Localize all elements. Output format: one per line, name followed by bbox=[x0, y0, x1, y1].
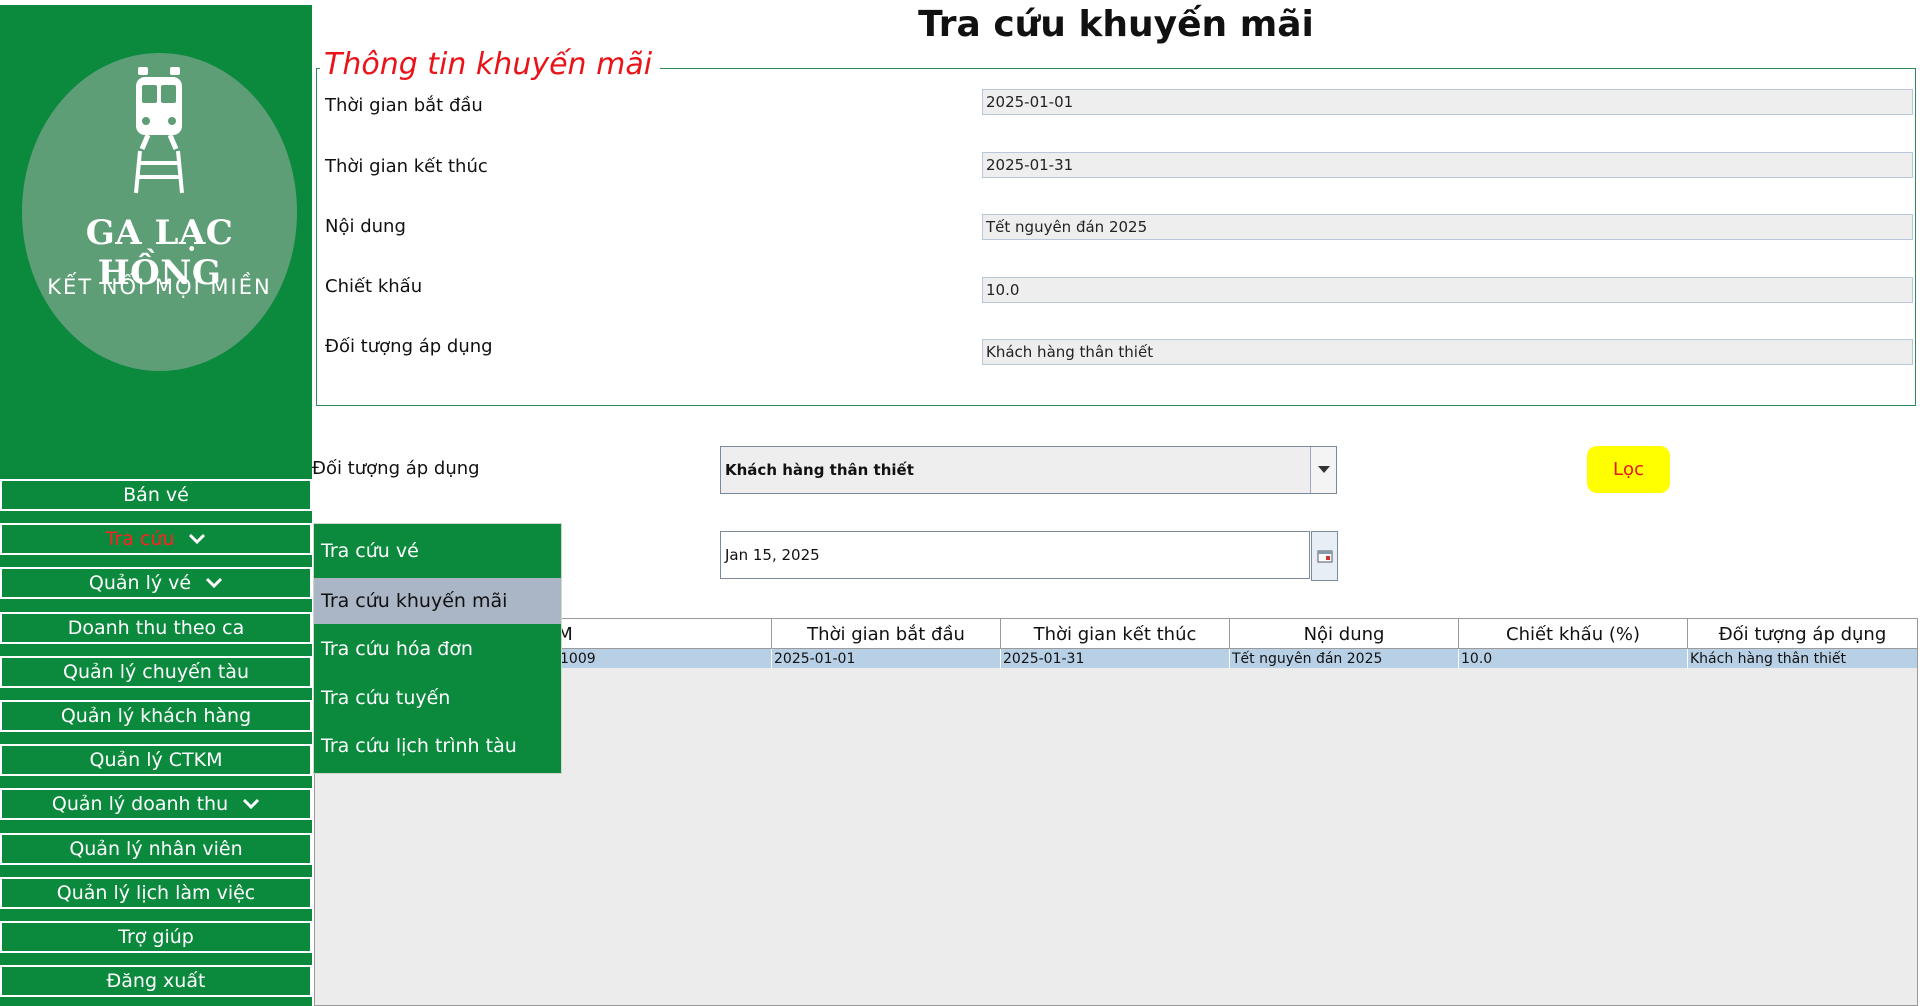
page-title: Tra cứu khuyến mãi bbox=[918, 4, 1314, 45]
sidebar-item-label: Trợ giúp bbox=[118, 926, 194, 948]
target-select-value: Khách hàng thân thiết bbox=[725, 461, 914, 479]
table-cell: 10.0 bbox=[1459, 649, 1688, 668]
chevron-down-icon bbox=[206, 577, 223, 589]
start-date-label: Thời gian bắt đầu bbox=[325, 95, 483, 116]
sidebar-item-label: Tra cứu bbox=[105, 528, 175, 550]
sidebar-item-tro-giup[interactable]: Trợ giúp bbox=[0, 921, 312, 953]
sidebar-item-label: Quản lý chuyến tàu bbox=[63, 661, 249, 683]
table-cell: Khách hàng thân thiết bbox=[1690, 650, 1846, 667]
sidebar-item-label: Quản lý nhân viên bbox=[69, 838, 243, 860]
target-label: Đối tượng áp dụng bbox=[325, 336, 493, 357]
target-select[interactable]: Khách hàng thân thiết bbox=[720, 446, 1337, 494]
sidebar-item-quan-ly-khach-hang[interactable]: Quản lý khách hàng bbox=[0, 700, 312, 732]
sidebar-item-label: Đăng xuất bbox=[106, 970, 206, 992]
tra-cuu-submenu: Tra cứu vé Tra cứu khuyến mãi Tra cứu hó… bbox=[313, 523, 562, 774]
submenu-item-tra-cuu-tuyen[interactable]: Tra cứu tuyến bbox=[314, 675, 561, 721]
sidebar-item-label: Quản lý CTKM bbox=[89, 749, 223, 771]
sidebar-item-label: Quản lý doanh thu bbox=[51, 793, 229, 815]
content-field[interactable]: Tết nguyên đán 2025 bbox=[982, 214, 1913, 240]
column-header-discount[interactable]: Chiết khấu (%) bbox=[1459, 619, 1688, 649]
sidebar-item-label: Bán vé bbox=[123, 484, 189, 506]
table-cell: 2025-01-31 bbox=[1001, 649, 1230, 668]
app-window: GA LẠC HỒNG KẾT NỐI MỌI MIỀN Bán vé Tra … bbox=[0, 0, 1920, 1006]
sidebar-item-label: Quản lý lịch làm việc bbox=[56, 882, 256, 904]
filter-label: Đối tượng áp dụng bbox=[312, 458, 480, 479]
sidebar-item-quan-ly-nhan-vien[interactable]: Quản lý nhân viên bbox=[0, 833, 312, 865]
submenu-item-tra-cuu-ve[interactable]: Tra cứu vé bbox=[314, 528, 561, 574]
filter-button[interactable]: Lọc bbox=[1587, 446, 1670, 493]
sidebar-item-quan-ly-chuyen-tau[interactable]: Quản lý chuyến tàu bbox=[0, 656, 312, 688]
calendar-button[interactable] bbox=[1311, 531, 1338, 581]
sidebar-item-quan-ly-ve[interactable]: Quản lý vé bbox=[0, 567, 312, 599]
chevron-down-icon bbox=[243, 798, 260, 810]
submenu-item-tra-cuu-khuyen-mai[interactable]: Tra cứu khuyến mãi bbox=[314, 578, 561, 624]
content-label: Nội dung bbox=[325, 216, 406, 237]
sidebar-item-label: Quản lý khách hàng bbox=[60, 705, 252, 727]
submenu-item-tra-cuu-hoa-don[interactable]: Tra cứu hóa đơn bbox=[314, 626, 561, 672]
sidebar-item-tra-cuu[interactable]: Tra cứu bbox=[0, 523, 312, 555]
end-date-label: Thời gian kết thúc bbox=[325, 156, 488, 177]
discount-field[interactable]: 10.0 bbox=[982, 277, 1913, 303]
logo: GA LẠC HỒNG KẾT NỐI MỌI MIỀN bbox=[22, 53, 297, 371]
table-cell: Tết nguyên đán 2025 bbox=[1230, 649, 1459, 668]
calendar-icon bbox=[1317, 550, 1332, 563]
sidebar-item-label: Doanh thu theo ca bbox=[67, 617, 245, 639]
sidebar-item-quan-ly-lich-lam-viec[interactable]: Quản lý lịch làm việc bbox=[0, 877, 312, 909]
discount-label: Chiết khấu bbox=[325, 276, 423, 297]
dropdown-arrow-icon[interactable] bbox=[1310, 447, 1336, 493]
column-header-content[interactable]: Nội dung bbox=[1230, 619, 1459, 649]
sidebar-item-ban-ve[interactable]: Bán vé bbox=[0, 479, 312, 511]
start-date-field[interactable]: 2025-01-01 bbox=[982, 89, 1913, 115]
target-field[interactable]: Khách hàng thân thiết bbox=[982, 339, 1913, 365]
column-header-start-date[interactable]: Thời gian bắt đầu bbox=[772, 619, 1001, 649]
submenu-item-tra-cuu-lich-trinh-tau[interactable]: Tra cứu lịch trình tàu bbox=[314, 723, 561, 769]
logo-slogan: KẾT NỐI MỌI MIỀN bbox=[47, 275, 272, 299]
sidebar-item-dang-xuat[interactable]: Đăng xuất bbox=[0, 965, 312, 997]
column-header-end-date[interactable]: Thời gian kết thúc bbox=[1001, 619, 1230, 649]
info-panel-legend: Thông tin khuyến mãi bbox=[320, 47, 661, 82]
table-cell: 2025-01-01 bbox=[772, 649, 1001, 668]
sidebar-item-doanh-thu-theo-ca[interactable]: Doanh thu theo ca bbox=[0, 612, 312, 644]
sidebar-item-quan-ly-ctkm[interactable]: Quản lý CTKM bbox=[0, 744, 312, 776]
date-input[interactable]: Jan 15, 2025 bbox=[720, 531, 1310, 579]
column-header-target[interactable]: Đối tượng áp dụng bbox=[1688, 619, 1917, 649]
end-date-field[interactable]: 2025-01-31 bbox=[982, 152, 1913, 178]
sidebar-item-quan-ly-doanh-thu[interactable]: Quản lý doanh thu bbox=[0, 788, 312, 820]
chevron-down-icon bbox=[189, 533, 206, 545]
sidebar-item-label: Quản lý vé bbox=[88, 572, 192, 594]
train-icon bbox=[134, 67, 184, 194]
